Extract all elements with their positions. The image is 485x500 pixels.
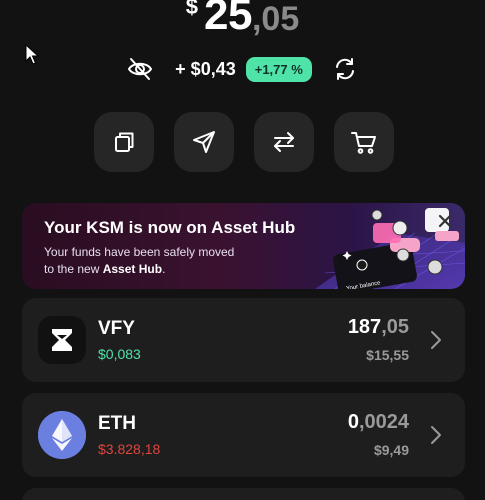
asset-amount-dec: ,05 xyxy=(381,316,409,338)
asset-amount-dec: ,0024 xyxy=(358,411,409,433)
quick-actions xyxy=(94,112,394,172)
asset-value: $9,49 xyxy=(373,442,409,458)
asset-price: $3.828,18 xyxy=(98,441,161,457)
asset-symbol: VFY xyxy=(98,318,135,339)
change-percent-badge: +1,77 % xyxy=(245,56,312,82)
asset-amount: 0,0024 xyxy=(348,411,409,434)
eye-off-icon xyxy=(128,58,153,80)
banner-close-button[interactable] xyxy=(433,209,457,233)
banner-subtitle-prefix: to the new xyxy=(44,262,103,276)
chevron-right-icon xyxy=(431,331,441,349)
asset-row-vfy[interactable]: VFY $0,083 187,05 $15,55 xyxy=(22,298,465,382)
hide-balance-button[interactable] xyxy=(125,54,155,84)
banner-subtitle-bold: Asset Hub xyxy=(102,262,163,276)
eth-logo-icon xyxy=(38,411,86,459)
asset-amount-int: 187 xyxy=(347,316,382,338)
send-icon xyxy=(193,131,215,153)
swap-icon xyxy=(274,132,294,152)
banner-subtitle-suffix: . xyxy=(162,262,166,276)
asset-amount: 187,05 xyxy=(348,316,409,339)
total-balance: $ 25 ,05 xyxy=(0,0,485,40)
copy-address-button[interactable] xyxy=(94,112,154,172)
asset-row-partial[interactable] xyxy=(22,488,465,500)
asset-symbol: ETH xyxy=(98,413,136,434)
asset-value: $15,55 xyxy=(366,347,409,363)
copy-icon xyxy=(115,132,134,152)
send-button[interactable] xyxy=(174,112,234,172)
cart-icon xyxy=(351,132,376,154)
balance-decimal: ,05 xyxy=(251,0,300,38)
banner-subtitle-line1: Your funds have been safely moved xyxy=(44,245,235,259)
balance-integer: 25 xyxy=(204,0,252,39)
banner-subtitle: Your funds have been safely moved to the… xyxy=(44,244,274,278)
swap-button[interactable] xyxy=(254,112,314,172)
vfy-logo-icon xyxy=(38,316,86,364)
banner-title: Your KSM is now on Asset Hub xyxy=(44,218,296,237)
close-icon xyxy=(438,214,452,228)
asset-amount-int: 0 xyxy=(347,411,359,433)
asset-hub-banner[interactable]: Your KSM is now on Asset Hub Your funds … xyxy=(22,203,465,289)
chevron-right-icon xyxy=(431,426,441,444)
refresh-icon xyxy=(335,58,354,80)
asset-row-eth[interactable]: ETH $3.828,18 0,0024 $9,49 xyxy=(22,393,465,477)
asset-price: $0,083 xyxy=(98,346,141,362)
currency-symbol: $ xyxy=(185,0,199,19)
buy-button[interactable] xyxy=(334,112,394,172)
change-amount: + $0,43 xyxy=(175,58,236,79)
balance-change-row: + $0,43 +1,77 % xyxy=(0,54,485,84)
refresh-button[interactable] xyxy=(330,54,360,84)
